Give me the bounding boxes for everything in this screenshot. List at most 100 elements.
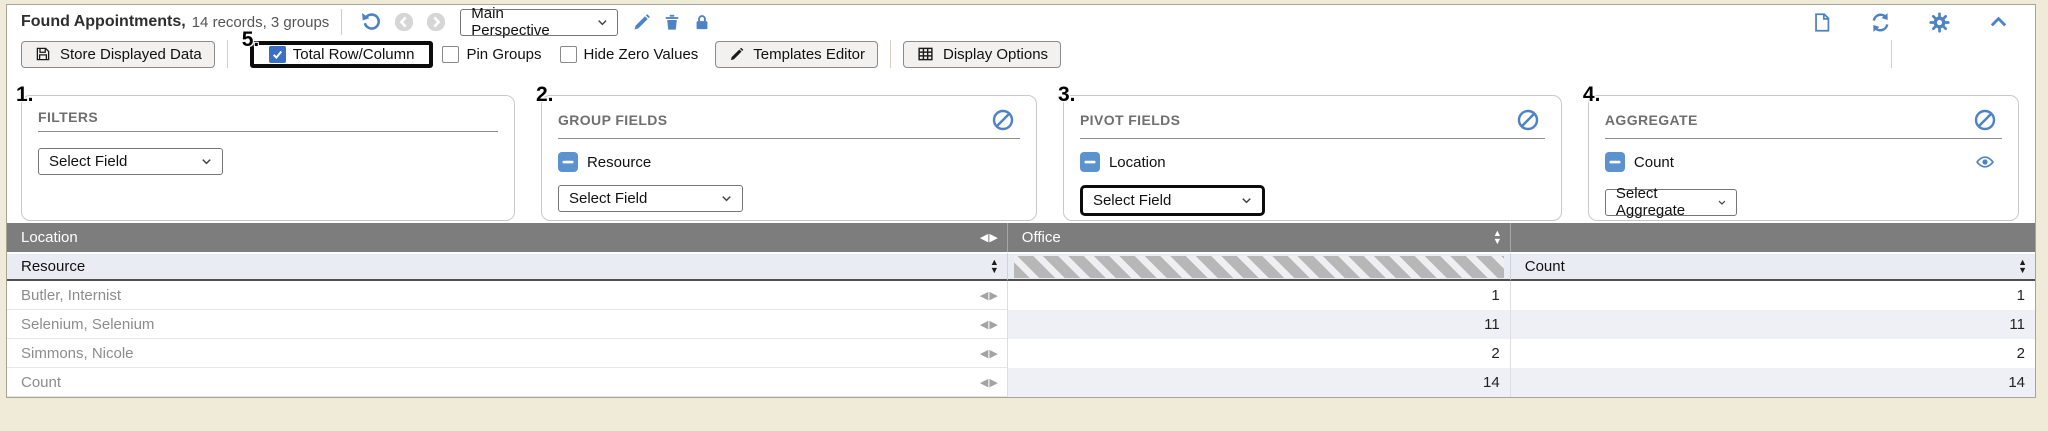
office-total-value: 14 bbox=[1007, 368, 1510, 397]
group-fields-title: GROUP FIELDS bbox=[558, 112, 668, 128]
store-displayed-data-label: Store Displayed Data bbox=[60, 46, 202, 63]
templates-editor-button[interactable]: Templates Editor bbox=[715, 41, 878, 68]
office-value: 11 bbox=[1007, 310, 1510, 339]
count-total-value: 14 bbox=[1510, 368, 2035, 397]
row-label: Selenium, Selenium ◀▶ bbox=[7, 310, 1007, 339]
divider bbox=[1891, 40, 1892, 68]
collapse-panel-icon[interactable] bbox=[1987, 12, 2010, 32]
aggregate-field-label: Count bbox=[1634, 154, 1674, 171]
table-row: Butler, Internist ◀▶ 1 1 bbox=[7, 281, 2035, 310]
chevron-right-circle-icon[interactable] bbox=[425, 11, 447, 33]
window-action-icons bbox=[1806, 11, 2021, 34]
subheader-resource[interactable]: Resource ▲▼ bbox=[7, 252, 1007, 281]
group-fields-panel: 2. GROUP FIELDS Resource bbox=[541, 95, 1037, 221]
column-header-location[interactable]: Location ◀▶ bbox=[7, 223, 1007, 252]
sort-icon[interactable]: ▲▼ bbox=[1493, 230, 1502, 245]
aggregate-select-value: Select Aggregate bbox=[1616, 185, 1706, 219]
group-field-chip-resource: Resource bbox=[558, 152, 651, 172]
table-grid-icon bbox=[916, 45, 935, 63]
office-pivot-placeholder bbox=[1007, 252, 1510, 281]
hide-zero-values-checkbox-group[interactable]: Hide Zero Values bbox=[560, 46, 699, 63]
pivot-fields-select-value: Select Field bbox=[1093, 192, 1171, 209]
table-row: Simmons, Nicole ◀▶ 2 2 bbox=[7, 339, 2035, 368]
sort-icon[interactable]: ▲▼ bbox=[990, 259, 999, 274]
edit-perspective-icon[interactable] bbox=[631, 12, 652, 33]
move-row-icon[interactable]: ◀▶ bbox=[980, 318, 999, 331]
page-title: Found Appointments, bbox=[21, 13, 186, 31]
sort-icon[interactable]: ▲▼ bbox=[2018, 259, 2027, 274]
gear-icon[interactable] bbox=[1928, 11, 1951, 34]
divider bbox=[890, 40, 891, 68]
chevron-down-icon bbox=[1239, 193, 1254, 208]
pivot-field-chip-location: Location bbox=[1080, 152, 1166, 172]
hatched-pattern bbox=[1014, 256, 1504, 278]
refresh-icon[interactable] bbox=[1869, 11, 1892, 34]
pin-groups-checkbox-group[interactable]: Pin Groups bbox=[442, 46, 541, 63]
move-row-icon[interactable]: ◀▶ bbox=[980, 347, 999, 360]
pivot-fields-panel-header: PIVOT FIELDS bbox=[1080, 108, 1545, 139]
count-value: 1 bbox=[1510, 281, 2035, 310]
remove-field-icon[interactable] bbox=[1605, 152, 1625, 172]
total-row-column-checkbox[interactable] bbox=[269, 46, 286, 63]
eye-icon[interactable] bbox=[1973, 152, 1997, 172]
office-value: 1 bbox=[1007, 281, 1510, 310]
field-panels: 1. FILTERS Select Field 2. GROUP FIELDS bbox=[21, 95, 2019, 221]
pivot-field-label: Location bbox=[1109, 154, 1166, 171]
filters-panel: 1. FILTERS Select Field bbox=[21, 95, 515, 221]
hide-zero-values-checkbox[interactable] bbox=[560, 46, 577, 63]
resource-subheader-label: Resource bbox=[21, 258, 85, 275]
filters-title: FILTERS bbox=[38, 109, 98, 125]
aggregate-title: AGGREGATE bbox=[1605, 112, 1698, 128]
resource-name: Butler, Internist bbox=[21, 287, 121, 304]
annotation-4: 4. bbox=[1583, 84, 1601, 105]
remove-field-icon[interactable] bbox=[1080, 152, 1100, 172]
table-header-row: Location ◀▶ Office ▲▼ bbox=[7, 223, 2035, 252]
move-row-icon[interactable]: ◀▶ bbox=[980, 376, 999, 389]
display-options-button[interactable]: Display Options bbox=[903, 41, 1061, 68]
move-row-icon[interactable]: ◀▶ bbox=[980, 289, 999, 302]
clear-group-fields-icon[interactable] bbox=[991, 108, 1015, 132]
remove-field-icon[interactable] bbox=[558, 152, 578, 172]
pivot-table: Location ◀▶ Office ▲▼ Resource ▲▼ Count … bbox=[7, 223, 2035, 397]
store-displayed-data-button[interactable]: Store Displayed Data bbox=[21, 41, 215, 68]
hide-zero-values-label: Hide Zero Values bbox=[584, 46, 699, 63]
chevron-left-circle-icon[interactable] bbox=[393, 11, 415, 33]
subheader-count[interactable]: Count ▲▼ bbox=[1510, 252, 2035, 281]
chevron-down-icon bbox=[1716, 195, 1728, 210]
aggregate-select[interactable]: Select Aggregate bbox=[1605, 189, 1737, 216]
chevron-down-icon bbox=[595, 15, 610, 30]
count-value: 2 bbox=[1510, 339, 2035, 368]
pivot-fields-select[interactable]: Select Field bbox=[1080, 185, 1265, 216]
column-header-office[interactable]: Office ▲▼ bbox=[1007, 223, 1510, 252]
group-fields-select[interactable]: Select Field bbox=[558, 185, 743, 212]
group-fields-select-value: Select Field bbox=[569, 190, 647, 207]
move-column-icon[interactable]: ◀▶ bbox=[980, 231, 999, 244]
clear-pivot-fields-icon[interactable] bbox=[1516, 108, 1540, 132]
lock-icon[interactable] bbox=[692, 12, 712, 33]
display-options-label: Display Options bbox=[943, 46, 1048, 63]
total-row-column-label: Total Row/Column bbox=[293, 46, 415, 63]
chevron-down-icon bbox=[719, 191, 734, 206]
pin-groups-checkbox[interactable] bbox=[442, 46, 459, 63]
aggregate-chip-count: Count bbox=[1605, 152, 1674, 172]
annotation-1: 1. bbox=[16, 84, 34, 105]
toolbar: Store Displayed Data 5. Total Row/Column… bbox=[7, 39, 2035, 69]
divider bbox=[227, 40, 228, 68]
total-row-label: Count bbox=[21, 374, 61, 391]
aggregate-panel: 4. AGGREGATE Count bbox=[1588, 95, 2019, 221]
annotation-3: 3. bbox=[1058, 84, 1076, 105]
location-header-label: Location bbox=[21, 229, 78, 246]
group-fields-panel-header: GROUP FIELDS bbox=[558, 108, 1020, 139]
group-field-label: Resource bbox=[587, 154, 651, 171]
filters-field-select[interactable]: Select Field bbox=[38, 148, 223, 175]
new-document-icon[interactable] bbox=[1811, 11, 1833, 34]
perspective-select[interactable]: Main Perspective bbox=[460, 9, 618, 36]
delete-perspective-icon[interactable] bbox=[662, 12, 682, 33]
clear-aggregate-icon[interactable] bbox=[1973, 108, 1997, 132]
table-row: Selenium, Selenium ◀▶ 11 11 bbox=[7, 310, 2035, 339]
table-total-row: Count ◀▶ 14 14 bbox=[7, 368, 2035, 397]
undo-icon[interactable] bbox=[359, 10, 383, 34]
row-label: Count ◀▶ bbox=[7, 368, 1007, 397]
total-row-column-checkbox-group[interactable]: Total Row/Column bbox=[269, 46, 415, 63]
count-value: 11 bbox=[1510, 310, 2035, 339]
